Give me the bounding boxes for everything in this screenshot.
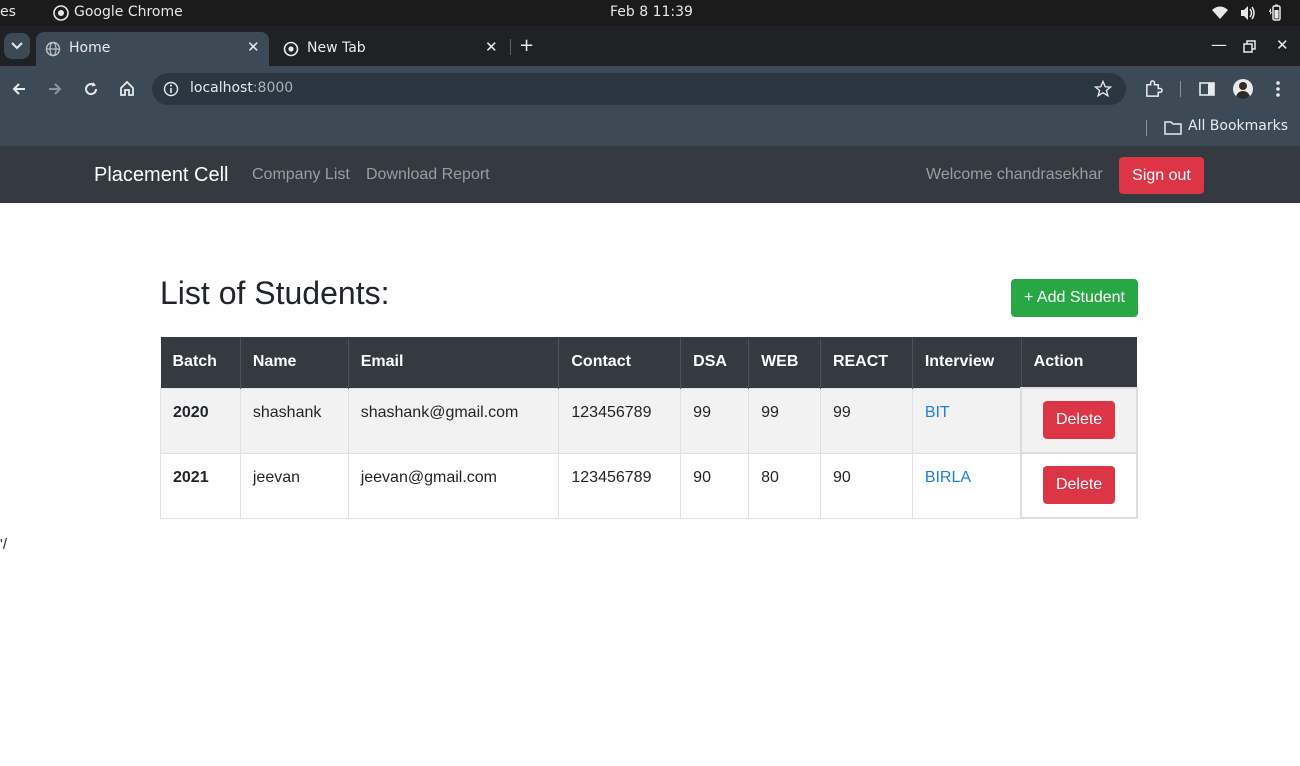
tab-title: New Tab — [307, 40, 366, 56]
cell-react: 99 — [819, 387, 913, 454]
globe-icon — [45, 41, 61, 57]
page-title: List of Students: — [160, 275, 390, 311]
table-header-row: Batch Name Email Contact DSA WEB REACT I… — [160, 337, 1137, 388]
tab-divider — [510, 39, 511, 55]
profile-avatar[interactable] — [1233, 79, 1253, 99]
app-name[interactable]: Google Chrome — [74, 4, 183, 20]
cell-email: jeevan@gmail.com — [347, 452, 560, 519]
column-header-interview: Interview — [912, 337, 1022, 388]
cell-contact: 123456789 — [558, 452, 682, 519]
home-icon[interactable] — [119, 80, 135, 97]
tab-search-button[interactable] — [4, 33, 30, 59]
app-navbar: Placement Cell Company List Download Rep… — [0, 146, 1300, 203]
cell-action: Delete — [1020, 452, 1138, 519]
close-window-icon[interactable]: ✕ — [1276, 36, 1289, 54]
column-header-name: Name — [240, 337, 349, 388]
stray-text: '/ — [0, 536, 8, 553]
wifi-icon[interactable] — [1211, 5, 1229, 21]
new-tab-plus-icon[interactable]: + — [519, 35, 534, 56]
os-top-bar: es Google Chrome Feb 8 11:39 — [0, 0, 1300, 26]
interview-link[interactable]: BIRLA — [925, 469, 971, 486]
interview-link[interactable]: BIT — [925, 404, 950, 421]
cell-email: shashank@gmail.com — [347, 387, 560, 454]
column-header-dsa: DSA — [680, 337, 750, 388]
forward-icon[interactable] — [47, 81, 63, 97]
column-header-react: REACT — [820, 337, 913, 388]
chrome-app-icon — [53, 5, 69, 21]
site-info-icon[interactable] — [163, 81, 179, 97]
back-icon[interactable] — [11, 81, 27, 97]
folder-icon — [1164, 121, 1182, 135]
chrome-tab-icon — [283, 41, 299, 57]
cell-name: shashank — [239, 387, 349, 454]
url-host: localhost — [190, 80, 253, 96]
bookmarks-divider — [1146, 120, 1147, 136]
cell-action: Delete — [1020, 387, 1138, 454]
table-row: 2021 jeevan jeevan@gmail.com 123456789 9… — [160, 452, 1138, 519]
sign-out-button[interactable]: Sign out — [1119, 157, 1204, 194]
cell-dsa: 90 — [680, 452, 750, 519]
url-text: localhost:8000 — [190, 80, 293, 96]
side-panel-icon[interactable] — [1199, 81, 1215, 97]
cell-web: 99 — [748, 387, 821, 454]
nav-link-download-report[interactable]: Download Report — [366, 166, 490, 184]
url-port: :8000 — [252, 80, 294, 96]
welcome-text: Welcome chandrasekhar — [926, 166, 1103, 183]
more-menu-icon[interactable] — [1275, 80, 1281, 98]
cell-name: jeevan — [239, 452, 349, 519]
table-row: 2020 shashank shashank@gmail.com 1234567… — [160, 387, 1138, 454]
column-header-email: Email — [348, 337, 560, 388]
tab-new-tab[interactable]: New Tab ✕ — [274, 32, 508, 66]
column-header-contact: Contact — [558, 337, 682, 388]
minimize-icon[interactable]: — — [1211, 35, 1227, 54]
extensions-icon[interactable] — [1144, 79, 1163, 98]
tab-title: Home — [69, 40, 111, 56]
volume-icon[interactable] — [1239, 5, 1257, 21]
column-header-action: Action — [1021, 337, 1137, 388]
battery-icon[interactable] — [1267, 4, 1285, 22]
toolbar-divider — [1180, 81, 1181, 97]
nav-link-company-list[interactable]: Company List — [252, 166, 350, 184]
close-tab-icon[interactable]: ✕ — [247, 38, 260, 56]
cell-web: 80 — [748, 452, 821, 519]
bookmarks-bar: All Bookmarks — [0, 112, 1300, 146]
navbar-brand[interactable]: Placement Cell — [94, 164, 229, 187]
cell-dsa: 99 — [680, 387, 750, 454]
column-header-web: WEB — [748, 337, 821, 388]
column-header-batch: Batch — [160, 337, 241, 388]
bookmark-star-icon[interactable] — [1094, 80, 1112, 98]
cell-interview: BIT — [911, 387, 1022, 454]
cell-contact: 123456789 — [558, 387, 682, 454]
add-student-button[interactable]: + Add Student — [1011, 279, 1138, 317]
address-bar[interactable]: localhost:8000 — [152, 73, 1126, 105]
cell-react: 90 — [819, 452, 913, 519]
delete-button[interactable]: Delete — [1043, 466, 1116, 504]
chevron-down-icon — [11, 42, 23, 50]
cell-interview: BIRLA — [911, 452, 1022, 519]
clock[interactable]: Feb 8 11:39 — [610, 4, 693, 20]
all-bookmarks-button[interactable]: All Bookmarks — [1188, 118, 1288, 134]
browser-toolbar: localhost:8000 — [0, 66, 1300, 112]
cell-batch: 2021 — [160, 452, 241, 519]
students-table: Batch Name Email Contact DSA WEB REACT I… — [160, 337, 1138, 519]
delete-button[interactable]: Delete — [1043, 401, 1116, 439]
restore-icon[interactable] — [1243, 40, 1256, 53]
cell-batch: 2020 — [160, 387, 241, 454]
tab-home[interactable]: Home ✕ — [36, 32, 269, 66]
reload-icon[interactable] — [83, 81, 99, 97]
close-tab-icon[interactable]: ✕ — [485, 38, 498, 56]
activities-label[interactable]: es — [0, 4, 16, 20]
